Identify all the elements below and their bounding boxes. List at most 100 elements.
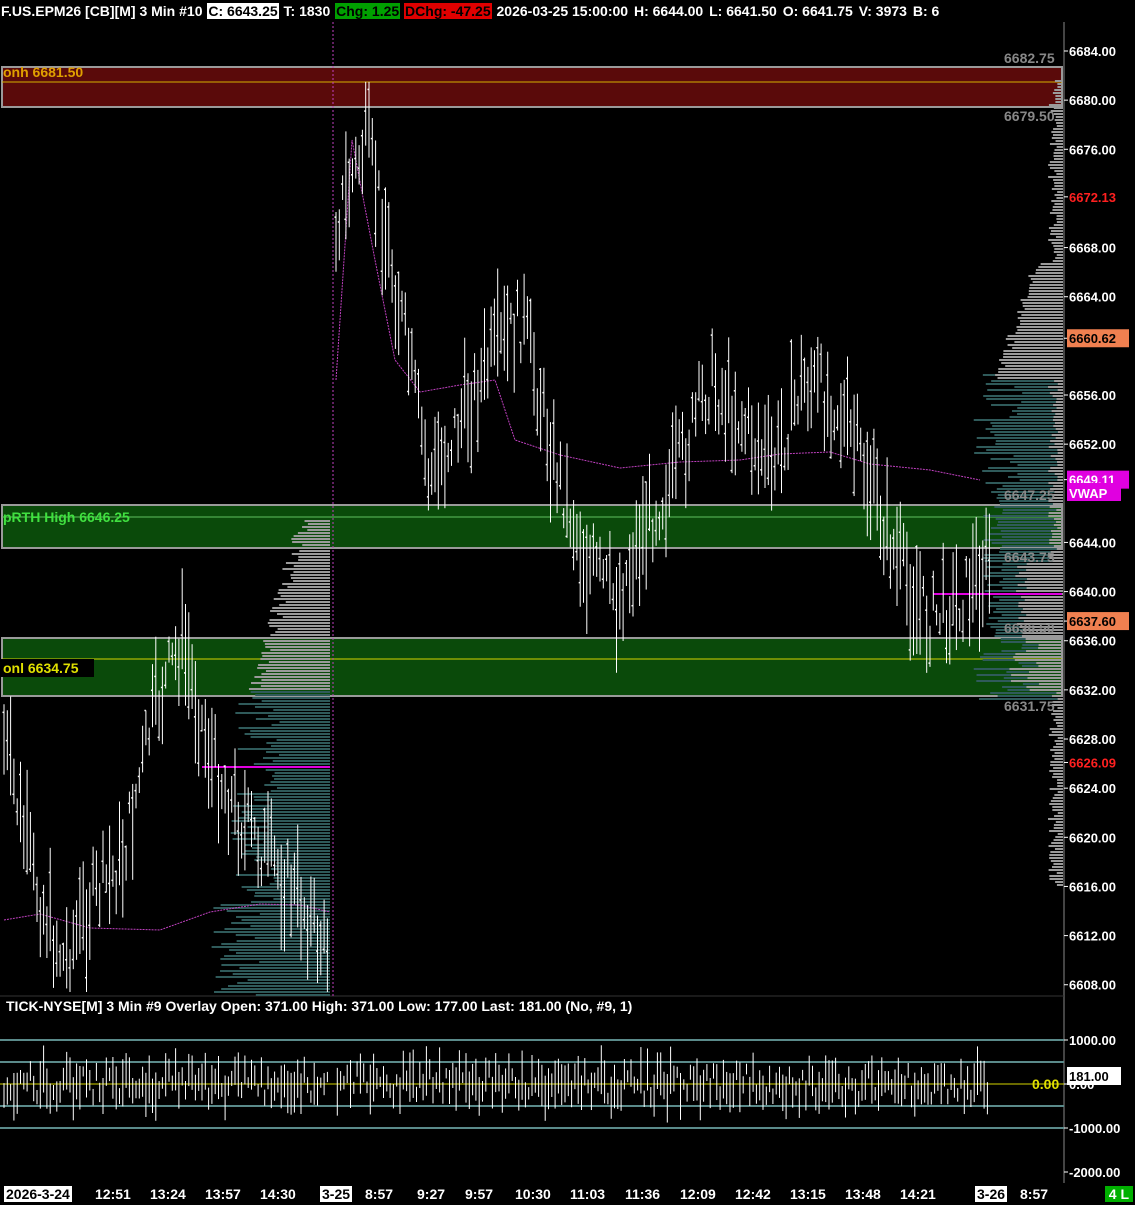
profile-row	[251, 682, 330, 684]
profile-row	[1057, 452, 1063, 454]
profile-row	[238, 817, 330, 819]
chart-canvas[interactable]: onh 6681.50 pRTH High 6646.25 onl 6634.7…	[0, 0, 1135, 1205]
profile-row	[1035, 272, 1063, 274]
time-axis[interactable]: 2026-3-24 12:51 13:24 13:57 14:30 3-25 8:57 9:2…	[0, 1183, 1135, 1205]
onh-label: onh 6681.50	[3, 64, 83, 80]
profile-row	[1056, 221, 1063, 223]
tick-axis[interactable]: 1000.000.00-1000.00-2000.00181.00	[1064, 1033, 1121, 1180]
profile-row	[1054, 641, 1063, 643]
profile-row	[263, 757, 330, 759]
profile-row	[259, 913, 330, 915]
profile-row	[287, 586, 330, 588]
profile-row	[265, 769, 330, 771]
profile-row	[985, 428, 1063, 430]
profile-row	[1054, 170, 1063, 172]
profile-row	[1054, 158, 1063, 160]
bars-indicator[interactable]: 4 L	[1104, 1186, 1133, 1202]
profile-row	[266, 742, 330, 744]
profile-row	[1054, 149, 1063, 151]
profile-row	[1022, 302, 1063, 304]
profile-row	[247, 826, 330, 828]
profile-row	[261, 652, 330, 654]
profile-row	[1054, 740, 1063, 742]
profile-row	[266, 751, 330, 753]
profile-row	[282, 616, 330, 618]
profile-row	[1057, 86, 1063, 88]
profile-row	[252, 847, 330, 849]
profile-row	[995, 518, 1063, 520]
profile-row-highlight	[1016, 590, 1063, 592]
profile-row	[239, 967, 330, 969]
profile-row	[1049, 596, 1063, 598]
profile-row	[1050, 605, 1063, 607]
profile-row	[1057, 782, 1063, 784]
profile-row	[255, 994, 330, 996]
profile-row	[1048, 515, 1063, 517]
profile-row	[1057, 83, 1063, 85]
profile-row	[238, 703, 330, 705]
profile-row	[235, 874, 330, 876]
profile-row	[274, 778, 330, 780]
profile-row	[1054, 119, 1063, 121]
profile-row	[253, 763, 330, 765]
profile-row	[1053, 416, 1063, 418]
zone-low-lower-label: 6631.75	[1004, 698, 1055, 714]
price-tick-label: 6664.00	[1069, 290, 1116, 305]
profile-row	[254, 937, 330, 939]
profile-row	[1053, 179, 1063, 181]
profile-row	[1057, 479, 1063, 481]
profile-row	[268, 661, 330, 663]
profile-row	[1057, 620, 1063, 622]
profile-row	[1050, 749, 1063, 751]
profile-row	[295, 547, 330, 549]
profile-row	[1024, 308, 1063, 310]
profile-row	[1014, 341, 1063, 343]
profile-row	[1050, 617, 1063, 619]
profile-row	[1038, 266, 1063, 268]
prth-high-zone	[1, 504, 1063, 549]
profile-row	[252, 697, 330, 699]
profile-row	[290, 577, 330, 579]
profile-row	[233, 805, 330, 807]
profile-row	[985, 383, 1063, 385]
price-tick-label: 6608.00	[1069, 978, 1116, 993]
profile-row	[1053, 155, 1063, 157]
profile-row	[1050, 860, 1063, 862]
profile-row	[1056, 218, 1063, 220]
profile-row	[270, 745, 330, 747]
profile-row	[1017, 317, 1063, 319]
profile-row-highlight	[1013, 656, 1063, 658]
profile-row	[232, 838, 330, 840]
profile-row	[1050, 581, 1063, 583]
profile-row	[1055, 653, 1063, 655]
profile-row	[1017, 311, 1063, 313]
profile-row	[1054, 80, 1063, 82]
profile-row	[235, 934, 330, 936]
profile-row	[304, 520, 330, 522]
profile-row	[1056, 884, 1063, 886]
profile-row	[997, 377, 1063, 379]
profile-row	[261, 700, 330, 702]
profile-row	[1048, 671, 1063, 673]
profile-row	[256, 856, 330, 858]
profile-row	[1053, 485, 1063, 487]
profile-row	[1055, 437, 1063, 439]
tick-axis-label: 1000.00	[1069, 1033, 1116, 1048]
tick-axis-label: -2000.00	[1069, 1165, 1120, 1180]
profile-row	[1057, 389, 1063, 391]
price-axis[interactable]: 6684.00 6680.00 6676.00 6672.13 6668.00 6664.…	[1064, 44, 1129, 993]
profile-row	[1056, 611, 1063, 613]
profile-row	[215, 976, 330, 978]
profile-row	[1049, 506, 1063, 508]
profile-row	[1054, 518, 1063, 520]
profile-row	[1007, 476, 1063, 478]
profile-row	[1052, 134, 1063, 136]
header-close: C: 6643.25	[207, 3, 279, 19]
profile-row	[1055, 458, 1063, 460]
profile-row	[241, 853, 330, 855]
header-open: O: 6641.75	[782, 3, 853, 19]
profile-row	[307, 529, 330, 531]
price-tick-label: 6616.00	[1069, 879, 1116, 894]
profile-row	[1056, 146, 1063, 148]
profile-row	[1055, 95, 1063, 97]
